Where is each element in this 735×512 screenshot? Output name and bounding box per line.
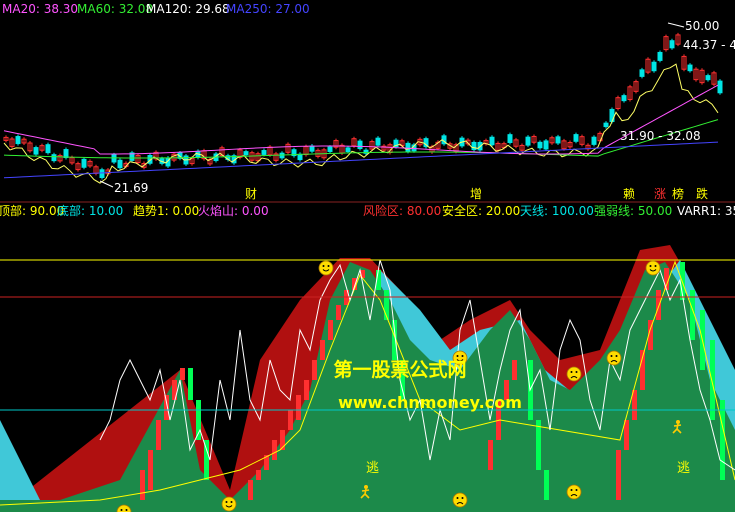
sad-face-icon	[606, 350, 622, 366]
marker-lai[interactable]: 赖	[623, 187, 635, 201]
stair-bar	[720, 400, 725, 480]
antenna-label: 天线: 100.00	[520, 204, 594, 218]
candle	[555, 134, 561, 145]
candle	[525, 135, 531, 148]
stair-bar	[156, 420, 161, 450]
stair-bar	[272, 440, 277, 460]
marker-die[interactable]: 跌	[696, 186, 708, 201]
candle	[117, 158, 123, 170]
stair-bar	[656, 290, 661, 320]
candle	[393, 138, 399, 149]
candle	[507, 132, 513, 145]
high-price-label: 50.00	[685, 19, 719, 33]
candle	[81, 157, 87, 170]
stair-bar	[140, 470, 145, 500]
stair-bar	[304, 380, 309, 400]
marker-bang[interactable]: 榜	[672, 186, 684, 201]
stair-bar	[488, 440, 493, 470]
marker-zhang[interactable]: 涨	[654, 186, 666, 201]
stair-bar	[204, 440, 209, 480]
risk-zone-label: 风险区: 80.00	[363, 203, 441, 218]
candle	[33, 145, 39, 157]
marker-zeng[interactable]: 增	[470, 187, 482, 201]
ma120-label: MA120: 29.68	[146, 2, 230, 16]
sad-face-icon	[452, 492, 468, 508]
escape-label-1: 逃	[366, 461, 379, 476]
watermark-url: www.chnmoney.com	[338, 393, 522, 412]
candle	[591, 135, 597, 147]
marker-cai[interactable]: 财	[245, 187, 257, 201]
candle	[669, 38, 675, 50]
indicator-header: 顶部: 90.00 底部: 10.00 趋势1: 0.00 火焰山: 0.00 …	[0, 203, 735, 218]
candle	[651, 60, 657, 73]
stair-bar	[624, 420, 629, 450]
stock-chart[interactable]: MA20: 38.30 MA60: 32.08 MA120: 29.68 MA2…	[0, 0, 735, 512]
bottom-value-label: 底部: 10.00	[57, 203, 123, 218]
candle	[657, 50, 663, 63]
flame-value-label: 火焰山: 0.00	[198, 203, 269, 218]
stair-bar	[180, 368, 185, 380]
candle	[471, 140, 477, 152]
candle	[423, 136, 429, 149]
stair-bar	[312, 360, 317, 380]
ma60-label: MA60: 32.08	[77, 2, 153, 16]
stair-bar	[320, 340, 325, 360]
ma20-label: MA20: 38.30	[2, 2, 78, 16]
stair-bar	[288, 410, 293, 430]
varr1-label: VARR1: 35	[677, 204, 735, 218]
right-range-label: 44.37 - 44	[683, 38, 735, 52]
watermark-title: 第一股票公式网	[333, 358, 466, 381]
candle	[45, 142, 51, 155]
candle	[357, 139, 363, 151]
candle	[15, 134, 21, 146]
sad-face-icon	[566, 484, 582, 500]
ma250-label: MA250: 27.00	[226, 2, 310, 16]
stair-bar	[148, 450, 153, 490]
stair-bar	[164, 395, 169, 420]
stair-bar	[536, 420, 541, 470]
low-price-label: 21.69	[114, 181, 148, 195]
top-value-label: 顶部: 90.00	[0, 203, 64, 218]
candle	[543, 138, 549, 151]
candle	[717, 79, 723, 95]
stair-bar	[616, 450, 621, 500]
stair-bar	[544, 470, 549, 500]
happy-face-icon	[645, 260, 661, 276]
stair-bar	[512, 360, 517, 380]
stair-bar	[328, 320, 333, 340]
candle	[573, 132, 579, 144]
stair-bar	[248, 480, 253, 500]
stair-bar	[188, 368, 193, 400]
stair-bar	[256, 470, 261, 480]
happy-face-icon	[221, 496, 237, 512]
stair-bar	[710, 340, 715, 420]
candle	[639, 67, 645, 79]
happy-face-icon	[318, 260, 334, 276]
candle	[375, 136, 381, 148]
safe-zone-label: 安全区: 20.00	[442, 203, 520, 218]
trend-value-label: 趋势1: 0.00	[133, 204, 199, 218]
candle	[63, 147, 69, 160]
stair-bar	[336, 305, 341, 320]
candle	[129, 150, 135, 163]
stair-bar	[296, 395, 301, 420]
mid-range-label: 31.90 - 32.08	[620, 129, 701, 143]
strength-line-label: 强弱线: 50.00	[594, 204, 672, 218]
candle	[111, 152, 117, 164]
escape-label-2: 逃	[677, 461, 690, 476]
candle	[99, 167, 105, 180]
sad-face-icon	[566, 366, 582, 382]
